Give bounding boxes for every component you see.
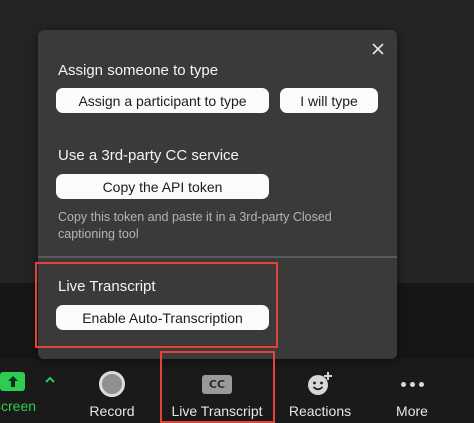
live-transcript-label: Live Transcript [171, 403, 263, 419]
enable-auto-transcription-button[interactable]: Enable Auto-Transcription [56, 305, 269, 330]
third-party-section-title: Use a 3rd-party CC service [58, 147, 239, 164]
i-will-type-button[interactable]: I will type [280, 88, 378, 113]
share-screen-icon [0, 372, 25, 391]
live-transcript-button[interactable]: CC Live Transcript [160, 358, 274, 420]
record-icon [99, 371, 125, 397]
record-button[interactable]: Record [82, 358, 142, 420]
copy-token-hint: Copy this token and paste it in a 3rd-pa… [58, 210, 332, 241]
smiley-plus-icon [308, 372, 332, 395]
assign-section-title: Assign someone to type [58, 62, 219, 79]
more-label: More [396, 403, 428, 419]
section-divider [38, 256, 397, 258]
more-dots-icon [400, 381, 424, 387]
more-button[interactable]: More [389, 358, 435, 420]
assign-participant-button[interactable]: Assign a participant to type [56, 88, 269, 113]
reactions-label: Reactions [288, 403, 352, 419]
meeting-toolbar: e Screen Record CC Live Transcript React… [0, 358, 474, 423]
closed-caption-icon: CC [202, 374, 232, 394]
live-transcript-section-title: Live Transcript [58, 278, 156, 295]
share-screen-label: e Screen [0, 398, 37, 414]
closed-caption-popover: Assign someone to type Assign a particip… [38, 30, 397, 359]
reactions-button[interactable]: Reactions [286, 358, 354, 420]
close-button[interactable] [369, 40, 387, 58]
chevron-up-icon[interactable] [43, 372, 57, 386]
copy-api-token-button[interactable]: Copy the API token [56, 174, 269, 199]
close-icon [372, 43, 384, 55]
share-screen-button[interactable]: e Screen [0, 358, 70, 420]
record-label: Record [89, 403, 135, 419]
